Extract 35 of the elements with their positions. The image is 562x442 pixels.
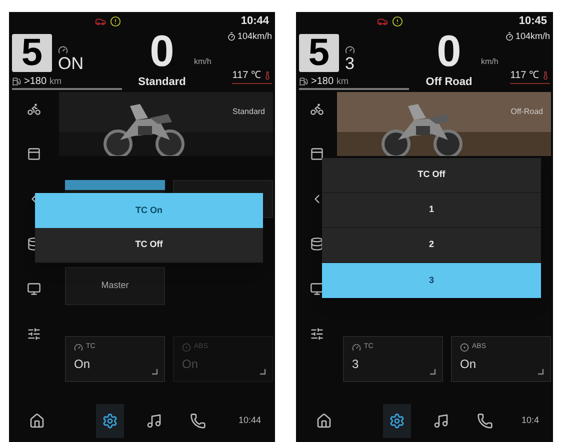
speed-unit: km/h <box>194 56 212 68</box>
range-unit: km <box>336 74 349 88</box>
time-text: 10:45 <box>518 14 547 29</box>
card-value: On <box>74 356 92 372</box>
tc-level-text: ON <box>58 55 84 72</box>
card-value: On <box>460 356 478 372</box>
card-value: 3 <box>352 356 360 372</box>
cruise-speed-text: 104km/h <box>515 30 550 43</box>
range-value: >180 <box>311 75 334 89</box>
speed-unit: km/h <box>481 56 498 68</box>
popup-option[interactable]: TC On <box>35 193 263 228</box>
gear-indicator: 5 <box>299 34 339 72</box>
popup-option[interactable]: TC Off <box>35 228 263 263</box>
ride-mode-text: Off Road <box>426 75 472 90</box>
banner-label: Off-Road <box>510 106 543 118</box>
ride-mode-text: Standard <box>138 75 186 90</box>
clock-text: 10:4 <box>521 414 539 428</box>
range-unit: km <box>50 74 62 88</box>
popup-option[interactable]: 3 <box>322 263 541 298</box>
popup-option[interactable]: 2 <box>322 228 541 263</box>
card-value: On <box>182 356 200 372</box>
speed-value: 0 <box>436 30 462 74</box>
speed-value: 0 <box>150 30 174 74</box>
tc-level-text: 3 <box>345 55 354 72</box>
temperature-text: 117 ℃ <box>232 68 261 82</box>
temperature-text: 117 ℃ <box>510 68 539 82</box>
cruise-speed-text: 104km/h <box>237 30 272 43</box>
time-text: 10:44 <box>240 14 269 29</box>
popup-option[interactable]: 1 <box>322 193 541 228</box>
gear-indicator: 5 <box>12 34 52 72</box>
popup-option[interactable]: TC Off <box>322 158 541 193</box>
clock-text: 10:44 <box>238 414 261 428</box>
range-value: >180 <box>24 75 47 89</box>
mode-tile[interactable]: Master <box>65 267 165 305</box>
banner-label: Standard <box>232 106 265 118</box>
